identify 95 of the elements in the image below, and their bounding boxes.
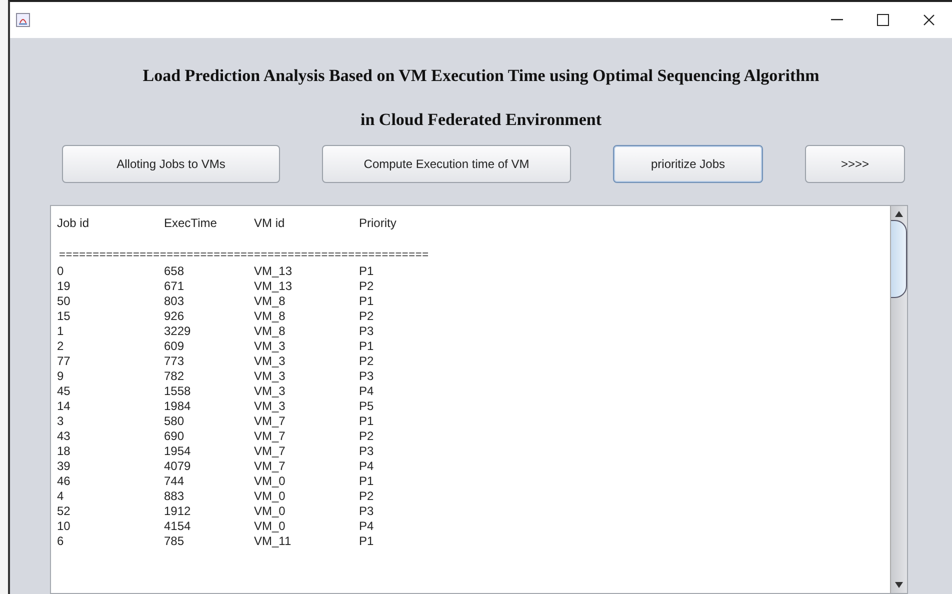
output-cell-text: 15 (57, 309, 72, 324)
output-cell-text: P2 (359, 279, 375, 294)
output-cell-text: 883 (164, 489, 186, 504)
output-cell-text: P2 (359, 354, 375, 369)
output-cell-text: 1954 (164, 444, 192, 459)
output-cell-text: P3 (359, 369, 375, 384)
output-cell-text: VM_3 (254, 369, 286, 384)
output-cell-text: 803 (164, 294, 186, 309)
output-cell-text: 39 (57, 459, 72, 474)
output-cell-text: P2 (359, 489, 375, 504)
output-cell-text: P3 (359, 324, 375, 339)
scroll-down-icon[interactable] (895, 581, 903, 589)
column-heading: VM id (254, 216, 286, 231)
scroll-up-icon[interactable] (895, 210, 903, 218)
output-cell-text: 77 (57, 354, 72, 369)
output-cell-text: VM_7 (254, 459, 286, 474)
output-cell-text: P4 (359, 519, 375, 534)
maximize-icon[interactable] (877, 14, 889, 26)
output-cell-text: 744 (164, 474, 186, 489)
window-title: in Cloud Federated Environment (360, 110, 602, 130)
output-cell-text: 43 (57, 429, 72, 444)
output-cell-text: P1 (359, 339, 375, 354)
column-heading: Job id (57, 216, 90, 231)
output-cell-text: VM_13 (254, 279, 294, 294)
output-cell-text: P1 (359, 264, 375, 279)
output-cell-text: 3229 (164, 324, 192, 339)
output-cell-text: 926 (164, 309, 186, 324)
output-cell-text: P1 (359, 294, 375, 309)
scroll-thumb[interactable] (891, 220, 907, 298)
output-cell-text: P2 (359, 309, 375, 324)
output-cell-text: 19 (57, 279, 72, 294)
output-cell-text: VM_7 (254, 429, 286, 444)
output-cell-text: VM_3 (254, 354, 286, 369)
action-button[interactable]: prioritize Jobs (613, 145, 763, 183)
output-cell-text: 671 (164, 279, 186, 294)
output-cell-text: VM_8 (254, 309, 286, 324)
output-cell-text: 50 (57, 294, 72, 309)
output-cell-text: VM_3 (254, 384, 286, 399)
scrollbar[interactable] (890, 206, 907, 593)
output-cell-text: 52 (57, 504, 72, 519)
output-cell-text: P3 (359, 504, 375, 519)
column-heading: ExecTime (164, 216, 218, 231)
column-heading: Priority (359, 216, 398, 231)
output-cell-text: VM_8 (254, 324, 286, 339)
output-cell-text: P1 (359, 414, 375, 429)
output-cell-text: 1 (57, 324, 65, 339)
output-cell-text: P3 (359, 444, 375, 459)
separator-line: ======================================================= (59, 249, 430, 263)
output-cell-text: VM_11 (254, 534, 292, 549)
app-icon (16, 13, 30, 27)
output-cell-text: 782 (164, 369, 186, 384)
output-cell-text: 773 (164, 354, 186, 369)
output-cell-text: P4 (359, 459, 375, 474)
output-cell-text: 609 (164, 339, 186, 354)
output-cell-text: 1912 (164, 504, 192, 519)
action-button[interactable]: Alloting Jobs to VMs (62, 145, 280, 183)
output-cell-text: 690 (164, 429, 186, 444)
output-cell-text: 45 (57, 384, 72, 399)
output-cell-text: 9 (57, 369, 65, 384)
output-cell-text: 580 (164, 414, 186, 429)
output-cell-text: VM_0 (254, 519, 286, 534)
output-cell-text: 4154 (164, 519, 192, 534)
output-cell-text: VM_0 (254, 474, 286, 489)
output-cell-text: 14 (57, 399, 72, 414)
output-cell-text: 785 (164, 534, 186, 549)
output-cell-text: P2 (359, 429, 375, 444)
output-cell-text: 46 (57, 474, 72, 489)
action-button[interactable]: Compute Execution time of VM (322, 145, 571, 183)
close-icon[interactable] (923, 14, 935, 26)
output-cell-text: P4 (359, 384, 375, 399)
output-cell-text: 0 (57, 264, 65, 279)
output-cell-text: 658 (164, 264, 186, 279)
output-cell-text: 1558 (164, 384, 192, 399)
output-cell-text: 3 (57, 414, 65, 429)
output-cell-text: P1 (359, 474, 375, 489)
output-cell-text: VM_13 (254, 264, 294, 279)
output-cell-text: 18 (57, 444, 72, 459)
output-cell-text: 1984 (164, 399, 192, 414)
output-cell-text: VM_7 (254, 414, 286, 429)
output-cell-text: VM_3 (254, 399, 286, 414)
output-cell-text: 4079 (164, 459, 192, 474)
output-cell-text: VM_3 (254, 339, 286, 354)
action-button[interactable]: >>>> (805, 145, 905, 183)
output-cell-text: VM_0 (254, 504, 286, 519)
output-cell-text: 4 (57, 489, 65, 504)
output-cell-text: 10 (57, 519, 72, 534)
minimize-icon[interactable] (831, 19, 843, 21)
output-cell-text: VM_0 (254, 489, 286, 504)
output-cell-text: 2 (57, 339, 65, 354)
output-cell-text: 6 (57, 534, 65, 549)
output-cell-text: VM_8 (254, 294, 286, 309)
window-title: Load Prediction Analysis Based on VM Execution Time using Optimal Sequencing Algorithm (142, 66, 820, 86)
output-cell-text: VM_7 (254, 444, 286, 459)
output-cell-text: P5 (359, 399, 375, 414)
output-cell-text: P1 (359, 534, 375, 549)
